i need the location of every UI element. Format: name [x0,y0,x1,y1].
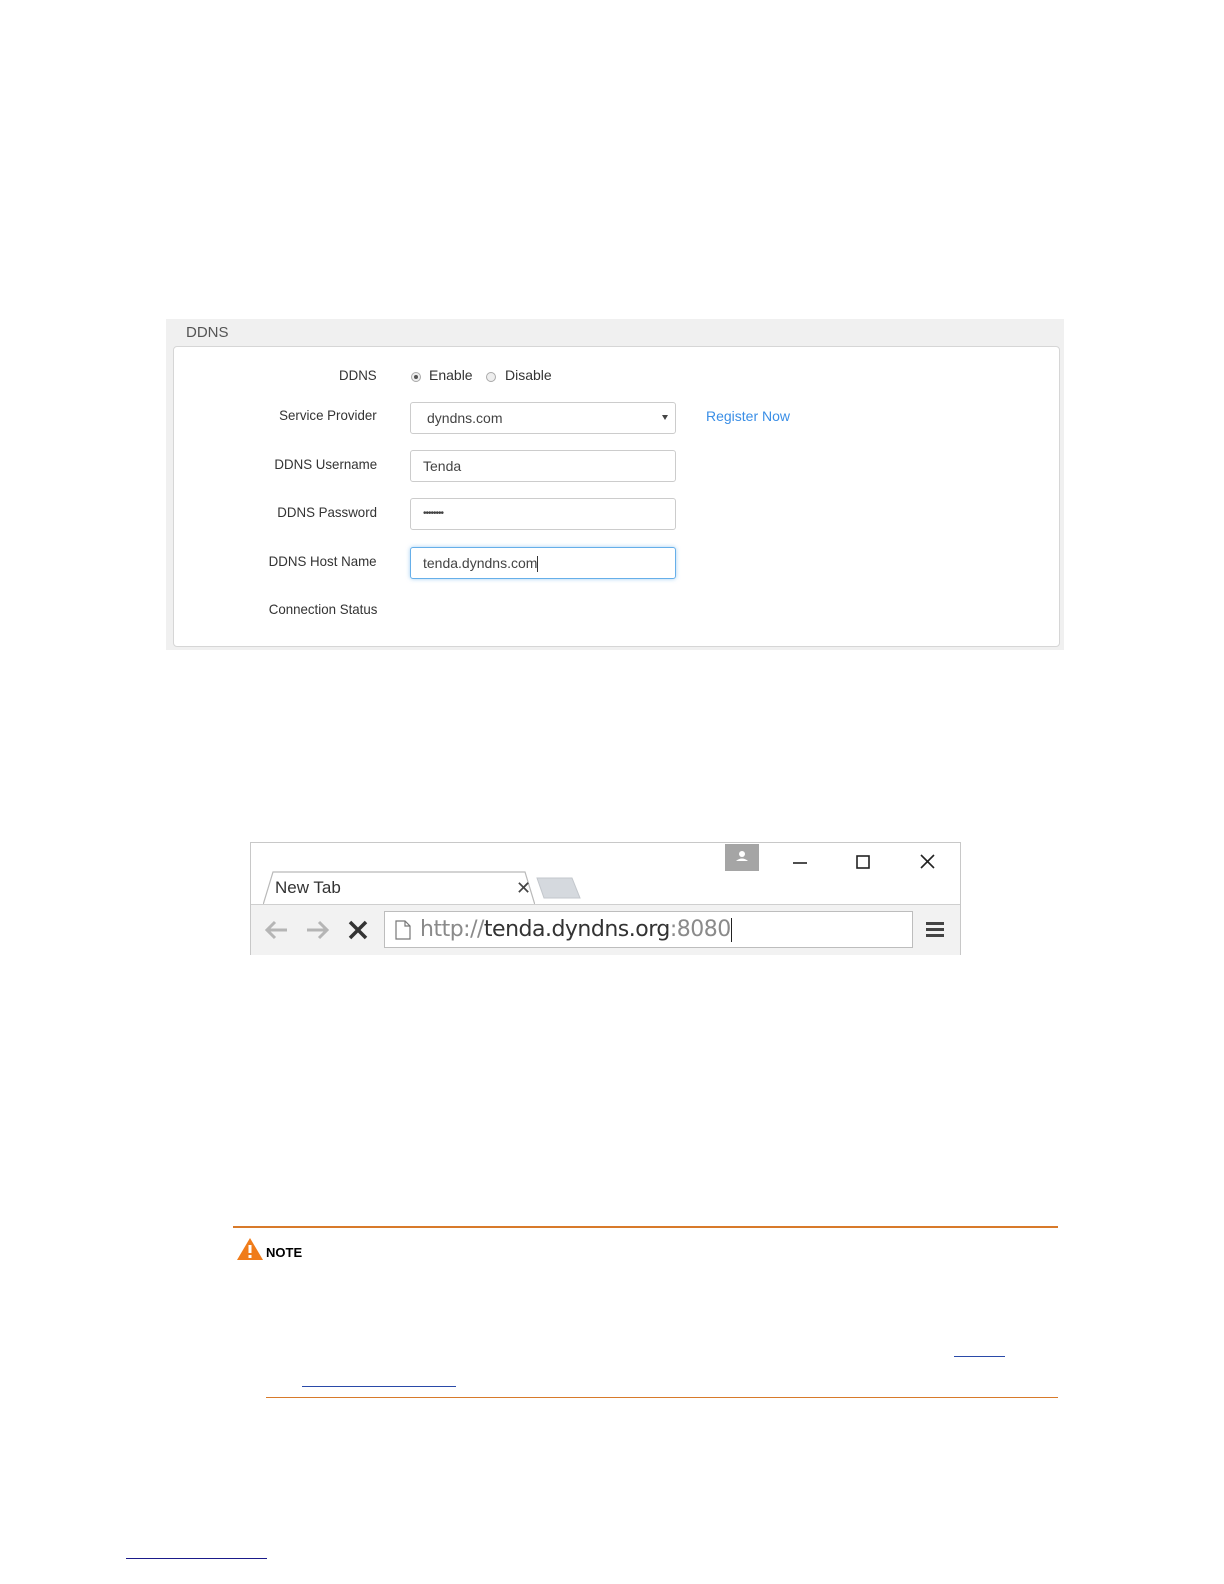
close-icon [920,854,935,869]
tab-close-icon[interactable]: ✕ [516,878,531,899]
username-value: Tenda [423,458,462,474]
service-provider-select[interactable]: dyndns.com [410,402,676,434]
url-host: tenda.dyndns.org [483,917,670,942]
note-top-divider [233,1226,1058,1228]
browser-toolbar: http://tenda.dyndns.org:8080 [251,904,960,955]
note-label: NOTE [266,1245,303,1260]
maximize-icon [856,855,870,869]
new-tab-button[interactable] [534,876,582,900]
footnote-underline [126,1558,267,1559]
hostname-value: tenda.dyndns.com [423,555,538,571]
note-bottom-divider [266,1397,1058,1398]
register-now-link[interactable]: Register Now [706,408,790,424]
enable-radio-label[interactable]: Enable [429,367,473,383]
hostname-input[interactable]: tenda.dyndns.com [410,547,676,579]
forward-arrow-icon[interactable] [303,917,331,943]
enable-radio[interactable] [411,372,421,382]
service-provider-value: dyndns.com [427,410,503,426]
service-provider-label: Service Provider [279,407,377,423]
url-port: :8080 [669,917,731,942]
page-icon [395,920,411,940]
text-cursor [730,918,732,942]
tab-new-tab[interactable]: New Tab ✕ [263,871,535,905]
ddns-panel-title: DDNS [186,324,229,341]
username-input[interactable]: Tenda [410,450,676,482]
stop-loading-icon[interactable] [345,917,371,943]
password-input[interactable]: •••••••• [410,498,676,530]
minimize-button[interactable] [785,851,815,873]
username-label: DDNS Username [274,456,377,472]
url-scheme: http:// [420,917,484,942]
text-cursor [537,556,539,573]
note-link-underline [302,1386,456,1387]
disable-radio[interactable] [486,372,496,382]
hostname-label: DDNS Host Name [269,553,377,569]
user-icon [736,851,748,861]
chevron-down-icon [662,415,668,420]
ddns-form: DDNS Enable Disable Service Provider dyn… [173,346,1060,647]
profile-button[interactable] [725,844,759,871]
close-window-button[interactable] [912,851,942,873]
password-label: DDNS Password [277,504,377,520]
maximize-button[interactable] [848,851,878,873]
note-link-underline [954,1356,1005,1357]
connection-status-label: Connection Status [268,601,377,617]
disable-radio-label[interactable]: Disable [505,367,552,383]
tab-title: New Tab [275,878,341,897]
address-bar[interactable]: http://tenda.dyndns.org:8080 [384,911,913,948]
browser-window: New Tab ✕ http://tenda.dyndns.org:8080 [250,842,961,955]
ddns-label: DDNS [339,367,377,383]
url-text: http://tenda.dyndns.org:8080 [420,917,732,942]
back-arrow-icon[interactable] [263,917,291,943]
minimize-icon [793,862,807,864]
menu-icon[interactable] [924,920,946,940]
warning-icon [237,1238,263,1260]
ddns-panel: DDNS DDNS Enable Disable Service Provide… [166,319,1064,650]
password-value: •••••••• [423,508,444,519]
